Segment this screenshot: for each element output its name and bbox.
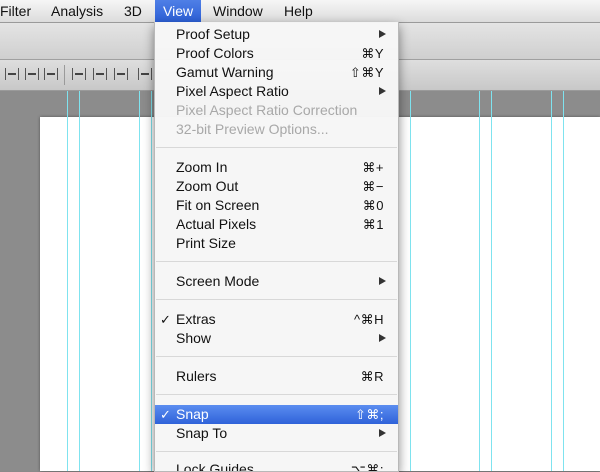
checkmark-icon: ✓: [160, 407, 171, 422]
submenu-arrow-icon: [379, 429, 386, 437]
menu-item-proof-setup[interactable]: Proof Setup: [155, 25, 398, 44]
submenu-arrow-icon: [379, 87, 386, 95]
menu-bar: Filter Analysis 3D View Window Help: [0, 0, 600, 23]
menu-filter[interactable]: Filter: [0, 0, 39, 22]
menu-item-label: Actual Pixels: [176, 216, 257, 232]
menu-item-show[interactable]: Show: [155, 329, 398, 348]
submenu-arrow-icon: [379, 334, 386, 342]
shortcut-label: ^⌘H: [354, 312, 384, 327]
menu-help[interactable]: Help: [276, 0, 321, 22]
guide-line[interactable]: [479, 91, 480, 471]
menu-item-label: Pixel Aspect Ratio: [176, 83, 289, 99]
distribute-middle-icon[interactable]: [93, 68, 107, 80]
shortcut-label: ⌘Y: [361, 46, 384, 61]
checkmark-icon: ✓: [160, 312, 171, 327]
menu-item-lock-guides[interactable]: Lock Guides ⌥⌘;: [155, 460, 398, 472]
shortcut-label: ⌘+: [362, 160, 384, 175]
menu-item-proof-colors[interactable]: Proof Colors ⌘Y: [155, 44, 398, 63]
distribute-bottom-icon[interactable]: [114, 68, 128, 80]
guide-line[interactable]: [151, 91, 152, 471]
shortcut-label: ⌥⌘;: [350, 462, 384, 472]
toolbar-divider: [64, 65, 65, 85]
menu-item-label: Gamut Warning: [176, 64, 274, 80]
menu-item-label: Zoom Out: [176, 178, 239, 194]
menu-item-zoom-out[interactable]: Zoom Out ⌘−: [155, 177, 398, 196]
menu-item-32bit-preview-options: 32-bit Preview Options...: [155, 120, 398, 139]
shortcut-label: ⇧⌘;: [354, 407, 384, 422]
menu-item-label: Show: [176, 330, 212, 346]
guide-line[interactable]: [139, 91, 140, 471]
menu-item-snap-to[interactable]: Snap To: [155, 424, 398, 443]
align-center-icon[interactable]: [25, 68, 39, 80]
menu-item-gamut-warning[interactable]: Gamut Warning ⇧⌘Y: [155, 63, 398, 82]
shortcut-label: ⌘1: [362, 217, 384, 232]
submenu-arrow-icon: [379, 30, 386, 38]
align-right-icon[interactable]: [44, 68, 58, 80]
menu-divider: [156, 299, 397, 300]
menu-item-print-size[interactable]: Print Size: [155, 234, 398, 253]
menu-item-label: Print Size: [176, 235, 236, 251]
menu-3d[interactable]: 3D: [116, 0, 150, 22]
menu-item-pixel-aspect-ratio-correction: Pixel Aspect Ratio Correction: [155, 101, 398, 120]
menu-item-label: Rulers: [176, 368, 217, 384]
menu-item-label: Fit on Screen: [176, 197, 260, 213]
menu-divider: [156, 261, 397, 262]
shortcut-label: ⌘R: [360, 369, 384, 384]
shortcut-label: ⌘−: [362, 179, 384, 194]
view-menu: Proof Setup Proof Colors ⌘Y Gamut Warnin…: [154, 22, 399, 472]
shortcut-label: ⇧⌘Y: [349, 65, 384, 80]
guide-line[interactable]: [491, 91, 492, 471]
menu-item-label: Snap: [176, 406, 209, 422]
menu-divider: [156, 356, 397, 357]
menu-item-label: Extras: [176, 311, 216, 327]
menu-item-label: Zoom In: [176, 159, 228, 175]
guide-line[interactable]: [551, 91, 552, 471]
menu-item-label: Lock Guides: [176, 461, 254, 472]
menu-view[interactable]: View: [155, 0, 202, 22]
guide-line[interactable]: [563, 91, 564, 471]
menu-divider: [156, 394, 397, 395]
menu-item-label: Proof Colors: [176, 45, 254, 61]
menu-item-label: Screen Mode: [176, 273, 260, 289]
distribute-top-icon[interactable]: [72, 68, 86, 80]
menu-analysis[interactable]: Analysis: [43, 0, 111, 22]
menu-item-screen-mode[interactable]: Screen Mode: [155, 272, 398, 291]
guide-line[interactable]: [79, 91, 80, 471]
menu-item-fit-on-screen[interactable]: Fit on Screen ⌘0: [155, 196, 398, 215]
menu-item-label: Pixel Aspect Ratio Correction: [176, 102, 358, 118]
guide-line[interactable]: [67, 91, 68, 471]
guide-line[interactable]: [410, 91, 411, 471]
menu-divider: [156, 147, 397, 148]
menu-divider: [156, 451, 397, 452]
menu-item-extras[interactable]: ✓ Extras ^⌘H: [155, 310, 398, 329]
menu-item-pixel-aspect-ratio[interactable]: Pixel Aspect Ratio: [155, 82, 398, 101]
menu-item-actual-pixels[interactable]: Actual Pixels ⌘1: [155, 215, 398, 234]
menu-item-label: Snap To: [176, 425, 228, 441]
align-left-icon[interactable]: [5, 68, 19, 80]
menu-item-zoom-in[interactable]: Zoom In ⌘+: [155, 158, 398, 177]
distribute-left-icon[interactable]: [138, 68, 152, 80]
menu-item-label: Proof Setup: [176, 26, 250, 42]
menu-window[interactable]: Window: [205, 0, 271, 22]
shortcut-label: ⌘0: [362, 198, 384, 213]
menu-item-snap[interactable]: ✓ Snap ⇧⌘;: [155, 405, 398, 424]
menu-item-rulers[interactable]: Rulers ⌘R: [155, 367, 398, 386]
menu-item-label: 32-bit Preview Options...: [176, 121, 329, 137]
submenu-arrow-icon: [379, 277, 386, 285]
